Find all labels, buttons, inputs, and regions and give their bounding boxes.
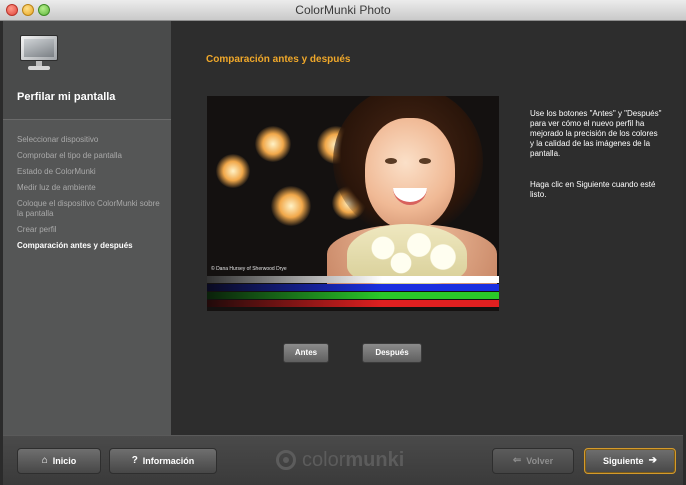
step-place-device: Coloque el dispositivo ColorMunki sobre … [17,199,160,218]
colormunki-logo: colormunki [276,445,436,475]
step-measure-ambient-light: Medir luz de ambiente [17,183,96,192]
question-icon: ? [131,455,138,466]
back-button[interactable]: ⇐ Volver [492,448,574,474]
next-label: Siguiente [603,456,644,466]
sidebar-title: Perfilar mi pantalla [17,91,116,103]
home-button[interactable]: ⌂ Inicio [17,448,101,474]
sidebar: Perfilar mi pantalla Seleccionar disposi… [3,21,171,435]
app-window: ColorMunki Photo Perfilar mi pantalla Se… [0,0,686,485]
sidebar-header: Perfilar mi pantalla [3,21,171,120]
instruction-text: Use los botones "Antes" y "Después" para… [530,109,662,158]
blue-gradient-bar [207,284,499,291]
before-button[interactable]: Antes [283,343,329,363]
home-label: Inicio [52,456,77,466]
footer: ⌂ Inicio ? Información colormunki ⇐ Volv… [3,435,683,485]
preview-image: © Dana Hursey of Sherwood Drye [207,96,499,311]
step-select-device: Seleccionar dispositivo [17,135,99,144]
main-content: Comparación antes y después © Dana Hurse… [171,21,683,435]
next-button[interactable]: Siguiente ➔ [584,448,676,474]
instructions: Use los botones "Antes" y "Después" para… [530,109,662,221]
monitor-icon [20,35,58,71]
arrow-left-icon: ⇐ [512,455,522,466]
info-label: Información [142,456,195,466]
title-bar: ColorMunki Photo [0,0,686,21]
arrow-right-icon: ➔ [648,455,657,466]
window-title: ColorMunki Photo [295,3,391,17]
colormunki-logo-icon [276,450,296,470]
page-title: Comparación antes y después [206,54,351,65]
step-list: Seleccionar dispositivo Comprobar el tip… [17,135,167,257]
logo-text-color: color [302,448,346,471]
step-before-after-comparison: Comparación antes y después [17,241,133,250]
step-check-display-type: Comprobar el tipo de pantalla [17,151,122,160]
back-label: Volver [526,456,554,466]
home-icon: ⌂ [41,455,48,466]
after-button[interactable]: Después [362,343,422,363]
instruction-next-text: Haga clic en Siguiente cuando esté listo… [530,180,656,199]
photo-credit: © Dana Hursey of Sherwood Drye [211,266,287,272]
step-colormunki-status: Estado de ColorMunki [17,167,96,176]
step-create-profile: Crear perfil [17,225,57,234]
info-button[interactable]: ? Información [109,448,217,474]
logo-text-munki: munki [345,448,405,471]
green-gradient-bar [207,292,499,299]
white-gradient-bar [207,276,499,283]
red-gradient-bar [207,300,499,307]
